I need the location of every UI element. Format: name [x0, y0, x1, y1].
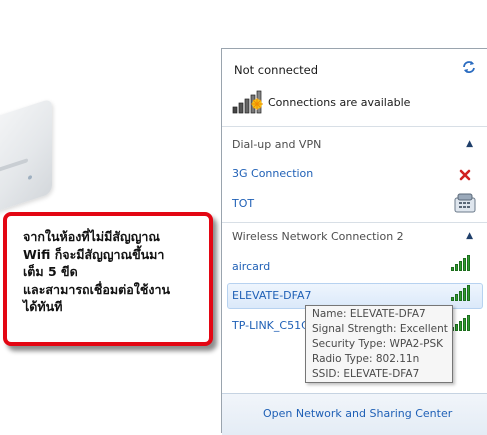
collapse-chevron-icon[interactable]: ▲: [466, 139, 473, 149]
open-network-sharing-center-link[interactable]: Open Network and Sharing Center: [263, 407, 452, 420]
callout-line: Wifi ก็จะมีสัญญาณขึ้นมา: [23, 246, 165, 262]
connections-available-label: Connections are available: [268, 96, 411, 109]
tooltip-line: Signal Strength: Excellent: [312, 323, 448, 335]
router-led: [28, 174, 32, 181]
router-image: [0, 98, 52, 217]
tooltip-line: Radio Type: 802.11n: [312, 353, 420, 365]
collapse-chevron-icon[interactable]: ▲: [466, 231, 473, 241]
callout-line: และสามารถเชื่อมต่อใช้งาน: [23, 281, 171, 297]
tooltip-line: SSID: ELEVATE-DFA7: [312, 368, 420, 380]
dialup-item-3g[interactable]: 3G Connection: [232, 167, 313, 180]
divider: [222, 126, 487, 127]
wifi-signal-icon: [451, 315, 473, 331]
available-networks-icon: [232, 89, 266, 119]
dialup-item-tot[interactable]: TOT: [232, 197, 254, 210]
connection-status: Not connected: [234, 63, 319, 77]
dialup-modem-icon: [453, 192, 477, 218]
callout-line: เต็ม 5 ขีด: [23, 264, 78, 279]
wifi-network-aircard[interactable]: aircard: [232, 260, 270, 273]
callout-line: ได้ทันที: [23, 299, 63, 314]
tooltip-line: Security Type: WPA2-PSK: [312, 338, 444, 350]
callout-box: จากในห้องที่ไม่มีสัญญาณ Wifi ก็จะมีสัญญา…: [3, 212, 213, 346]
wifi-signal-icon: [451, 255, 473, 271]
disconnected-x-icon: [459, 166, 471, 185]
router-slot: [0, 158, 28, 174]
divider: [222, 222, 487, 223]
wifi-signal-icon: [451, 285, 473, 301]
dialup-section-header[interactable]: Dial-up and VPN: [232, 138, 321, 151]
refresh-icon[interactable]: [461, 59, 477, 79]
callout-line: จากในห้องที่ไม่มีสัญญาณ: [23, 229, 160, 244]
wifi-network-elevate[interactable]: ELEVATE-DFA7: [232, 289, 311, 302]
network-info-tooltip: Name: ELEVATE-DFA7 Signal Strength: Exce…: [305, 305, 453, 383]
wifi-network-tplink[interactable]: TP-LINK_C51C: [232, 319, 309, 332]
wireless-section-header[interactable]: Wireless Network Connection 2: [232, 230, 404, 243]
panel-footer: Open Network and Sharing Center: [222, 393, 487, 435]
tooltip-line: Name: ELEVATE-DFA7: [312, 308, 426, 320]
